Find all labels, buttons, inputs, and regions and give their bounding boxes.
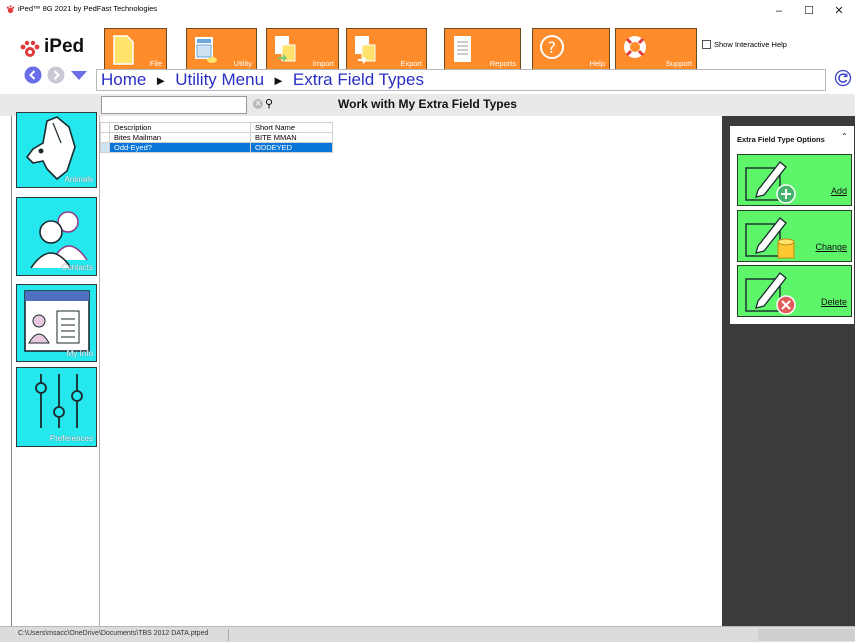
status-panel-right <box>758 629 855 641</box>
close-button[interactable]: ✕ <box>824 0 854 26</box>
column-header-description[interactable]: Description <box>109 122 251 133</box>
maximize-button[interactable]: ☐ <box>794 0 824 26</box>
sidebar-item-preferences[interactable]: Preferences <box>16 367 97 447</box>
help-button[interactable]: ? Help <box>532 28 610 72</box>
change-button-label: Change <box>815 242 847 252</box>
breadcrumb-utility-menu[interactable]: Utility Menu <box>175 70 264 89</box>
help-icon: ? <box>540 35 564 59</box>
extra-field-types-table: Description Short Name Bites Mailman BIT… <box>100 122 333 153</box>
export-button[interactable]: Export <box>346 28 427 72</box>
title-bar: iPed™ 8G 2021 by PedFast Technologies – … <box>0 0 855 30</box>
support-icon <box>624 36 646 58</box>
cell-description[interactable]: Bites Mailman <box>109 132 251 143</box>
import-icon <box>275 36 296 62</box>
row-header[interactable] <box>100 132 110 143</box>
column-header-short-name[interactable]: Short Name <box>250 122 333 133</box>
sidebar-item-contacts-label: Contacts <box>61 263 93 272</box>
cell-short-name[interactable]: BITE MMAN <box>250 132 333 143</box>
sidebar-item-animals-label: Animals <box>64 175 93 184</box>
export-button-label: Export <box>400 59 422 68</box>
change-icon <box>745 217 795 259</box>
utility-button-label: Utility <box>233 59 252 68</box>
table-row[interactable]: Bites Mailman BITE MMAN <box>100 132 333 143</box>
status-divider <box>228 629 229 641</box>
sidebar-item-preferences-label: Preferences <box>49 434 93 443</box>
options-panel-title: Extra Field Type Options <box>737 135 825 144</box>
back-arrow-icon[interactable] <box>24 66 42 84</box>
support-button[interactable]: Support <box>615 28 697 72</box>
app-paw-icon <box>6 5 15 14</box>
import-button-label: Import <box>312 59 334 68</box>
svg-text:?: ? <box>548 38 557 57</box>
utility-button[interactable]: Utility <box>186 28 257 72</box>
file-button-label: File <box>149 59 162 68</box>
table-row-selected[interactable]: Odd-Eyed? ODDEYED <box>100 142 333 153</box>
clear-search-icon[interactable]: ✕ <box>253 99 263 109</box>
binoculars-search-icon[interactable]: ⚲ <box>265 97 279 111</box>
logo-text: iPed <box>44 36 85 57</box>
breadcrumb-home[interactable]: Home <box>101 70 146 89</box>
reports-button[interactable]: Reports <box>444 28 521 72</box>
sidebar-item-animals[interactable]: Animals <box>16 112 97 188</box>
delete-button[interactable]: Delete <box>737 265 852 317</box>
support-button-label: Support <box>665 59 692 68</box>
forward-arrow-icon[interactable] <box>47 66 65 84</box>
sidebar-item-contacts[interactable]: Contacts <box>16 197 97 276</box>
reports-icon <box>454 36 471 62</box>
export-icon <box>355 36 376 64</box>
search-input[interactable] <box>101 96 247 114</box>
file-icon <box>113 35 134 65</box>
cell-short-name[interactable]: ODDEYED <box>250 142 333 153</box>
history-dropdown-icon[interactable] <box>70 66 88 84</box>
refresh-icon[interactable] <box>834 69 852 87</box>
collapse-chevron-icon[interactable]: ⌃ <box>841 132 848 141</box>
add-button-label: Add <box>830 186 847 196</box>
show-help-label: Show Interactive Help <box>714 40 787 49</box>
import-button[interactable]: Import <box>266 28 339 72</box>
cell-description[interactable]: Odd-Eyed? <box>109 142 251 153</box>
help-button-label: Help <box>589 59 605 68</box>
change-button[interactable]: Change <box>737 210 852 262</box>
sidebar-item-my-info-label: My Info <box>66 349 93 358</box>
breadcrumb-separator: ► <box>154 73 168 88</box>
logo-paw-icon <box>20 40 40 57</box>
breadcrumb-extra-field-types[interactable]: Extra Field Types <box>293 70 424 89</box>
status-bar: C:\Users\msacc\OneDrive\Documents\TBS 20… <box>0 626 855 642</box>
breadcrumb: Home ► Utility Menu ► Extra Field Types <box>96 69 826 91</box>
status-file-path: C:\Users\msacc\OneDrive\Documents\TBS 20… <box>18 630 209 637</box>
sidebar-item-my-info[interactable]: My Info <box>16 284 97 362</box>
checkbox-box[interactable] <box>702 40 711 49</box>
file-button[interactable]: File <box>104 28 167 72</box>
add-icon <box>745 161 796 204</box>
show-interactive-help-checkbox[interactable]: Show Interactive Help <box>702 40 787 49</box>
utility-icon <box>195 37 217 63</box>
minimize-button[interactable]: – <box>764 0 794 26</box>
breadcrumb-separator: ► <box>272 73 285 88</box>
add-button[interactable]: Add <box>737 154 852 206</box>
delete-icon <box>745 272 796 315</box>
row-header[interactable] <box>100 142 110 153</box>
table-header-row: Description Short Name <box>100 122 333 133</box>
page-title: Work with My Extra Field Types <box>338 97 517 111</box>
delete-button-label: Delete <box>820 297 847 307</box>
reports-button-label: Reports <box>489 59 516 68</box>
main-content: Description Short Name Bites Mailman BIT… <box>99 116 722 626</box>
sidebar: Animals Contacts My Info Preferences <box>11 112 99 626</box>
window-title: iPed™ 8G 2021 by PedFast Technologies <box>18 4 158 13</box>
row-header-corner <box>100 122 110 133</box>
